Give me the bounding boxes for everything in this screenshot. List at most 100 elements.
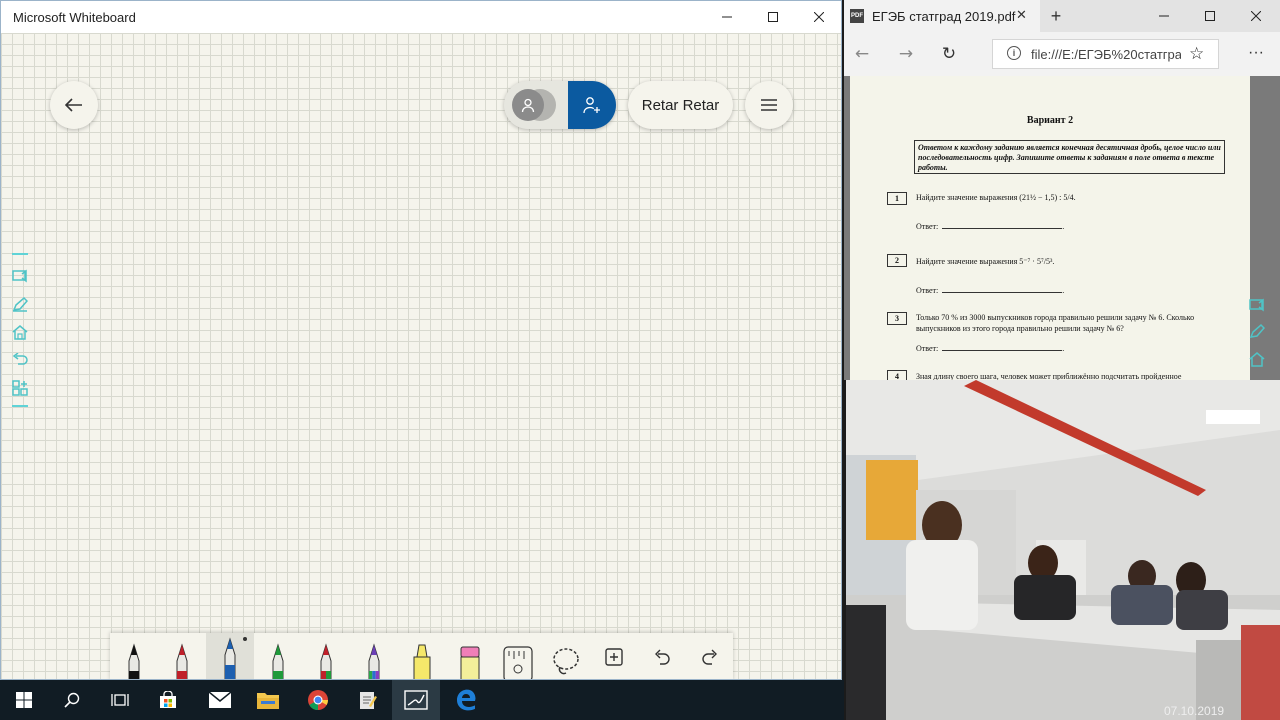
new-tab-button[interactable]: +: [1044, 6, 1068, 26]
windows-start-button[interactable]: [0, 680, 48, 720]
ruler-tool[interactable]: [494, 633, 542, 679]
tab-title: ЕГЭБ статград 2019.pdf: [872, 9, 1016, 24]
divider: [12, 405, 28, 407]
question-number: 1: [887, 192, 907, 205]
close-icon: [814, 12, 824, 22]
back-arrow-icon[interactable]: ←: [850, 44, 874, 64]
search-icon: [64, 692, 80, 708]
red-green-pen-icon: [320, 643, 332, 679]
lasso-icon: [553, 648, 579, 675]
arrow-left-icon: [65, 98, 82, 112]
grid-capture-icon[interactable]: [11, 379, 29, 397]
address-bar[interactable]: i file:///E:/ЕГЭБ%20статгра, ☆: [992, 39, 1219, 69]
edge-window: PDF ЕГЭБ статград 2019.pdf ✕ + ← → ↻ i f…: [844, 0, 1280, 380]
lasso-tool[interactable]: [542, 633, 590, 679]
screen-share-icon[interactable]: [1248, 296, 1266, 314]
undo-icon: [655, 649, 670, 665]
whiteboard-app[interactable]: [392, 680, 440, 720]
edge-icon: [457, 689, 476, 711]
home-icon[interactable]: [11, 323, 29, 341]
task-view-icon: [111, 694, 129, 706]
edge-minimize-button[interactable]: [1141, 0, 1187, 32]
question-text: Найдите значение выражения 5⁻⁷ · 5⁷/5³.: [916, 257, 1055, 266]
undo-arrow-icon[interactable]: [11, 351, 29, 369]
edge-nav-bar: ← → ↻ i file:///E:/ЕГЭБ%20статгра, ☆ ···: [844, 32, 1280, 76]
maximize-icon: [1205, 11, 1215, 21]
minimize-icon: [722, 16, 732, 18]
whiteboard-titlebar: Microsoft Whiteboard: [1, 1, 841, 33]
file-explorer-app[interactable]: [244, 680, 292, 720]
windows-logo-icon: [16, 692, 32, 708]
black-pen-icon: [128, 643, 140, 679]
edge-app[interactable]: [442, 680, 490, 720]
question-text: Найдите значение выражения (21½ − 1,5) :…: [916, 193, 1076, 202]
undo-button[interactable]: [638, 633, 686, 679]
settings-menu-button[interactable]: [745, 81, 793, 129]
redo-button[interactable]: [686, 633, 734, 679]
folder-icon: [257, 693, 279, 709]
store-bag-icon: [160, 691, 176, 708]
user-name: Retar Retar: [641, 96, 720, 114]
red-pen-tool[interactable]: [158, 633, 206, 679]
notepad-icon: [360, 692, 377, 709]
left-side-toolbar: [9, 251, 31, 411]
eraser-tool[interactable]: [446, 633, 494, 679]
maximize-button[interactable]: [750, 1, 796, 33]
screen-share-icon[interactable]: [11, 267, 29, 285]
edge-maximize-button[interactable]: [1187, 0, 1233, 32]
home-icon[interactable]: [1248, 350, 1266, 368]
ruler-icon: [503, 646, 533, 679]
minimize-button[interactable]: [704, 1, 750, 33]
forward-arrow-icon[interactable]: →: [894, 44, 918, 64]
window-title: Microsoft Whiteboard: [13, 10, 136, 25]
task-view-button[interactable]: [96, 680, 144, 720]
pen-icon[interactable]: [11, 295, 29, 313]
add-person-icon: [583, 97, 600, 114]
add-content-button[interactable]: [590, 633, 638, 679]
back-button[interactable]: [50, 81, 98, 129]
rainbow-pen-icon: [368, 643, 380, 679]
url-text: file:///E:/ЕГЭБ%20статгра,: [1031, 47, 1181, 62]
participants-pill[interactable]: [504, 81, 616, 129]
add-icon: [605, 648, 623, 666]
mail-envelope-icon: [209, 692, 231, 708]
info-icon[interactable]: i: [1007, 46, 1021, 60]
galaxy-pen-tool[interactable]: [302, 633, 350, 679]
account-button[interactable]: Retar Retar: [628, 81, 733, 129]
pdf-page: Вариант 2 Ответом к каждому заданию явля…: [850, 76, 1250, 380]
search-button[interactable]: [48, 680, 96, 720]
black-pen-tool[interactable]: [110, 633, 158, 679]
edge-close-button[interactable]: [1233, 0, 1279, 32]
invite-button[interactable]: [568, 81, 616, 129]
chrome-app[interactable]: [294, 680, 342, 720]
highlighter-tool[interactable]: [398, 633, 446, 679]
hamburger-menu-icon: [761, 99, 777, 111]
store-app[interactable]: [144, 680, 192, 720]
green-pen-tool[interactable]: [254, 633, 302, 679]
rainbow-pen-tool[interactable]: [350, 633, 398, 679]
question-text: Только 70 % из 3000 выпускников города п…: [916, 313, 1195, 334]
windows-taskbar: [0, 680, 844, 720]
answer-field: Ответ:.: [916, 286, 1065, 295]
favorite-star-icon[interactable]: ☆: [1189, 44, 1204, 64]
instructions-box: Ответом к каждому заданию является конеч…: [914, 140, 1225, 174]
question-text: Зная длину своего шага, человек может пр…: [916, 372, 1182, 380]
red-pen-icon: [176, 643, 188, 679]
more-options-icon[interactable]: ···: [1248, 44, 1264, 62]
close-button[interactable]: [796, 1, 841, 33]
mail-app[interactable]: [196, 680, 244, 720]
blue-pen-tool[interactable]: [206, 633, 254, 679]
question-number: 2: [887, 254, 907, 267]
refresh-icon[interactable]: ↻: [937, 44, 961, 64]
browser-tab[interactable]: PDF ЕГЭБ статград 2019.pdf ✕: [844, 0, 1040, 32]
pen-icon[interactable]: [1248, 322, 1266, 340]
whiteboard-canvas[interactable]: [1, 33, 841, 679]
notepad-app[interactable]: [344, 680, 392, 720]
eraser-icon: [460, 646, 480, 679]
tab-close-icon[interactable]: ✕: [1016, 8, 1027, 23]
pdf-viewer[interactable]: Вариант 2 Ответом к каждому заданию явля…: [844, 76, 1280, 380]
answer-field: Ответ:.: [916, 344, 1065, 353]
ink-toolbar: [110, 633, 734, 679]
question-number: 4: [887, 370, 907, 380]
pdf-side-toolbar: [1248, 266, 1270, 368]
